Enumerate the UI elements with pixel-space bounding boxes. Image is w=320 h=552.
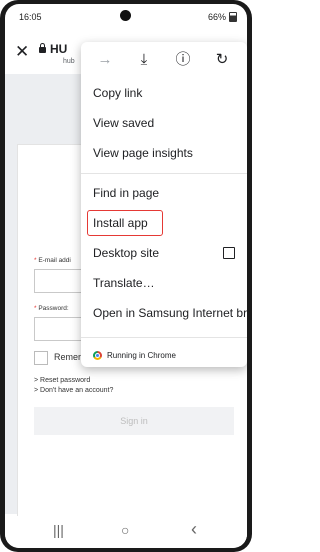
- page-title[interactable]: HU: [50, 42, 67, 56]
- battery-status: 66%: [208, 12, 237, 22]
- download-icon[interactable]: ⤓: [134, 51, 154, 69]
- forward-icon[interactable]: →: [95, 51, 115, 69]
- phone-frame: 16:05 66% ✕ HU hub * E-mail addi * Passw…: [0, 0, 252, 552]
- menu-footer: Running in Chrome: [93, 351, 176, 360]
- chrome-icon: [93, 351, 102, 360]
- home-button[interactable]: ○: [121, 522, 129, 538]
- menu-item-translate[interactable]: Translate…: [81, 268, 247, 298]
- sign-in-button[interactable]: Sign in: [34, 407, 234, 435]
- status-bar: 16:05 66%: [5, 4, 247, 30]
- menu-icon-row: → ⤓ ⓘ ↻: [81, 42, 247, 78]
- reset-password-link[interactable]: > Reset password: [34, 377, 90, 384]
- reload-icon[interactable]: ↻: [212, 51, 232, 69]
- desktop-site-label: Desktop site: [93, 246, 160, 260]
- system-nav-bar: ||| ○ ‹: [5, 516, 247, 548]
- recents-button[interactable]: |||: [53, 522, 64, 538]
- remember-checkbox[interactable]: [34, 351, 48, 365]
- desktop-site-checkbox[interactable]: [223, 247, 235, 259]
- battery-icon: [229, 12, 237, 22]
- back-button[interactable]: ‹: [191, 519, 197, 540]
- create-account-link[interactable]: > Don't have an account?: [34, 387, 113, 394]
- menu-item-open-in-samsung-internet[interactable]: Open in Samsung Internet br...: [81, 298, 247, 328]
- close-icon[interactable]: ✕: [15, 42, 29, 62]
- screen: 16:05 66% ✕ HU hub * E-mail addi * Passw…: [5, 4, 247, 548]
- remember-label: Remer: [54, 352, 82, 362]
- lock-icon[interactable]: [39, 43, 46, 53]
- battery-level: 66%: [207, 12, 226, 22]
- menu-item-view-page-insights[interactable]: View page insights: [81, 138, 247, 168]
- camera-cutout: [120, 10, 131, 21]
- overflow-menu: → ⤓ ⓘ ↻ Copy link View saved View page i…: [81, 42, 247, 367]
- status-time: 16:05: [19, 12, 42, 22]
- menu-item-copy-link[interactable]: Copy link: [81, 78, 247, 108]
- email-label: * E-mail addi: [34, 257, 71, 264]
- running-in-chrome-label: Running in Chrome: [107, 351, 176, 360]
- menu-item-install-app[interactable]: Install app: [81, 208, 247, 238]
- info-icon[interactable]: ⓘ: [173, 51, 193, 69]
- menu-item-find-in-page[interactable]: Find in page: [81, 178, 247, 208]
- menu-divider: [81, 173, 247, 174]
- page-url[interactable]: hub: [63, 58, 75, 65]
- menu-item-desktop-site[interactable]: Desktop site: [81, 238, 247, 268]
- menu-item-view-saved[interactable]: View saved: [81, 108, 247, 138]
- menu-divider: [81, 337, 247, 338]
- password-label: * Password:: [34, 305, 69, 312]
